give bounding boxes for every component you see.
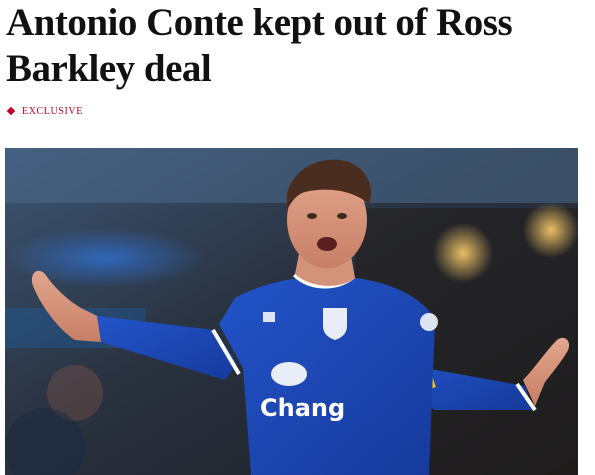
diamond-icon [6, 106, 16, 116]
article-headline: Antonio Conte kept out of Ross Barkley d… [6, 1, 513, 90]
article-photo: Chang [5, 148, 578, 475]
exclusive-tag: EXCLUSIVE [6, 103, 83, 119]
exclusive-label: EXCLUSIVE [22, 105, 83, 117]
shirt-sponsor: Chang [260, 394, 345, 422]
